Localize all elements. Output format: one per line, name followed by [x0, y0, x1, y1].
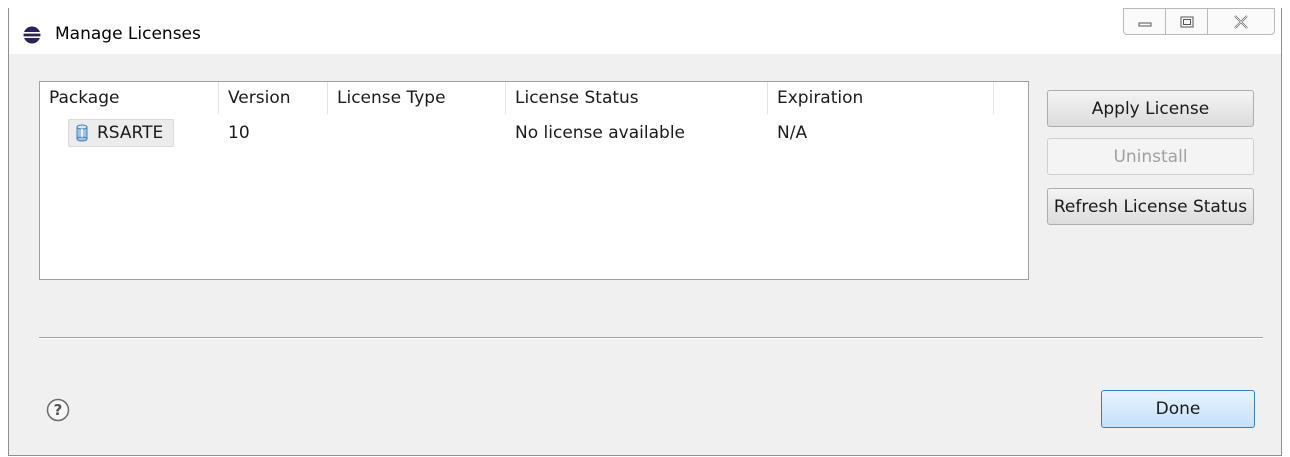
license-status-cell: No license available: [515, 123, 685, 143]
table-header: Package Version License Type License Sta…: [40, 82, 1028, 114]
column-header-version[interactable]: Version: [219, 82, 328, 114]
eclipse-icon: [23, 26, 41, 44]
column-header-license-type[interactable]: License Type: [328, 82, 506, 114]
column-header-license-status[interactable]: License Status: [506, 82, 768, 114]
maximize-button[interactable]: [1165, 8, 1208, 35]
licenses-table[interactable]: Package Version License Type License Sta…: [39, 81, 1029, 280]
package-cell[interactable]: RSARTE: [68, 119, 174, 147]
apply-license-button[interactable]: Apply License: [1047, 90, 1254, 127]
close-icon: [1234, 14, 1248, 29]
window-controls: [1123, 8, 1275, 36]
uninstall-button[interactable]: Uninstall: [1047, 138, 1254, 175]
package-name: RSARTE: [97, 123, 164, 143]
column-header-expiration[interactable]: Expiration: [768, 82, 994, 114]
column-header-package[interactable]: Package: [40, 82, 219, 114]
version-cell: 10: [228, 123, 250, 143]
svg-text:?: ?: [54, 401, 63, 419]
package-icon: [76, 124, 88, 142]
minimize-icon: [1138, 22, 1151, 26]
table-row[interactable]: RSARTE 10 No license available N/A: [40, 118, 1028, 148]
minimize-button[interactable]: [1123, 8, 1166, 35]
expiration-cell: N/A: [777, 123, 808, 143]
refresh-license-status-button[interactable]: Refresh License Status: [1047, 188, 1254, 225]
done-button[interactable]: Done: [1101, 390, 1255, 428]
manage-licenses-dialog: Manage Licenses Package Version License …: [8, 8, 1282, 456]
maximize-icon: [1180, 16, 1193, 27]
window-title: Manage Licenses: [55, 24, 201, 44]
separator: [39, 337, 1263, 339]
help-icon[interactable]: ?: [46, 398, 70, 422]
close-button[interactable]: [1207, 8, 1275, 35]
title-bar: Manage Licenses: [9, 8, 1281, 54]
